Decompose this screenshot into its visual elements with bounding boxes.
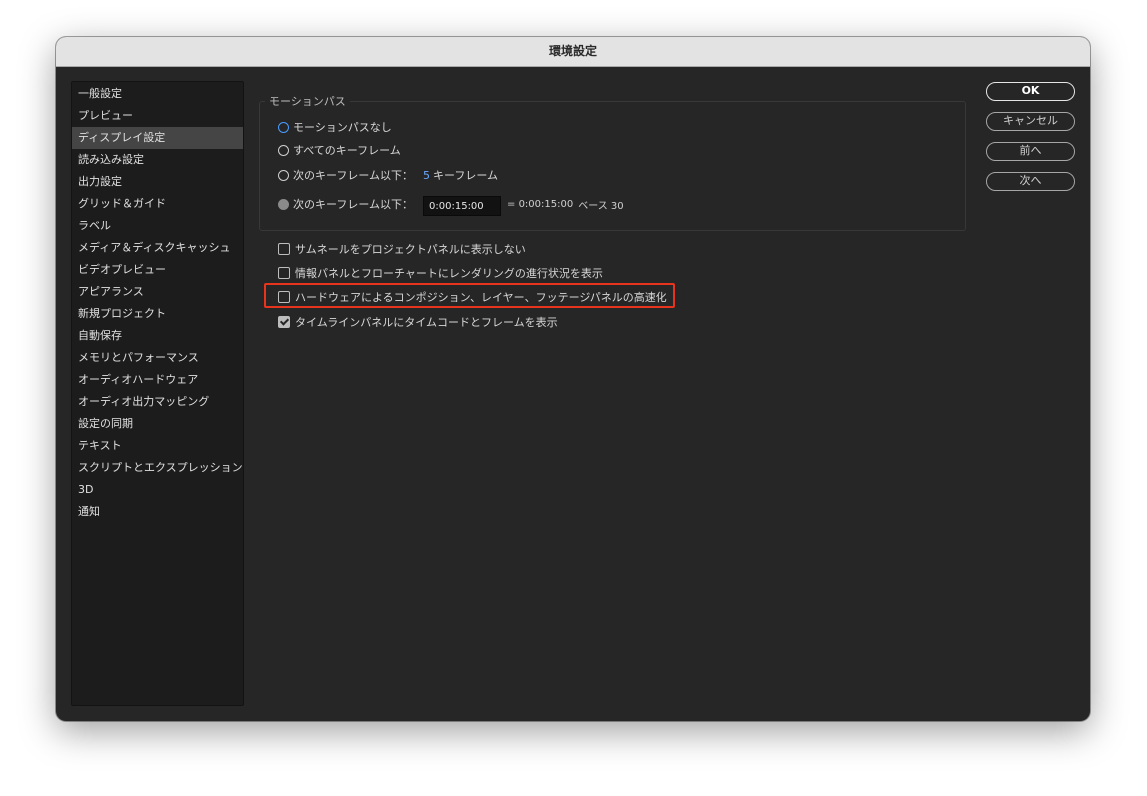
checkbox-label: 情報パネルとフローチャートにレンダリングの進行状況を表示: [295, 267, 603, 280]
next-button[interactable]: 次へ: [986, 172, 1075, 191]
cancel-button[interactable]: キャンセル: [986, 112, 1075, 131]
sidebar-item-import[interactable]: 読み込み設定: [72, 149, 243, 171]
sidebar-item-label: テキスト: [78, 439, 122, 452]
sidebar-item-label: プレビュー: [78, 109, 133, 122]
sidebar-item-previews[interactable]: プレビュー: [72, 105, 243, 127]
radio-icon[interactable]: [278, 144, 289, 156]
sidebar: 一般設定 プレビュー ディスプレイ設定 読み込み設定 出力設定 グリッド＆ガイド…: [71, 81, 244, 706]
highlight-annotation-box: [264, 283, 675, 308]
sidebar-item-label: 通知: [78, 505, 100, 518]
sidebar-item-memory-performance[interactable]: メモリとパフォーマンス: [72, 347, 243, 369]
sidebar-item-audio-hardware[interactable]: オーディオハードウェア: [72, 369, 243, 391]
sidebar-item-label: 自動保存: [78, 329, 122, 342]
checkbox-rendering-progress[interactable]: 情報パネルとフローチャートにレンダリングの進行状況を表示: [278, 265, 603, 281]
sidebar-item-label: 新規プロジェクト: [78, 307, 166, 320]
sidebar-item-new-project[interactable]: 新規プロジェクト: [72, 303, 243, 325]
radio-icon[interactable]: [278, 169, 289, 181]
sidebar-item-auto-save[interactable]: 自動保存: [72, 325, 243, 347]
sidebar-item-label: スクリプトとエクスプレッション: [78, 461, 243, 474]
sidebar-item-label: 3D: [78, 483, 94, 496]
sidebar-item-display[interactable]: ディスプレイ設定: [72, 127, 243, 149]
radio-all-keyframes[interactable]: すべてのキーフレーム: [278, 142, 401, 158]
sidebar-item-appearance[interactable]: アピアランス: [72, 281, 243, 303]
window-title: 環境設定: [56, 37, 1090, 67]
motion-path-legend: モーションパス: [265, 93, 350, 109]
sidebar-item-label: 出力設定: [78, 175, 122, 188]
preferences-window: 環境設定 一般設定 プレビュー ディスプレイ設定 読み込み設定 出力設定 グリッ…: [56, 37, 1090, 721]
sidebar-item-label: 読み込み設定: [78, 153, 144, 166]
sidebar-item-grids-guides[interactable]: グリッド＆ガイド: [72, 193, 243, 215]
radio-keyframe-limit[interactable]: 次のキーフレーム以下： 5 キーフレーム: [278, 167, 498, 183]
checkbox-icon[interactable]: [278, 267, 290, 279]
sidebar-item-label: オーディオ出力マッピング: [78, 395, 210, 408]
sidebar-item-type[interactable]: テキスト: [72, 435, 243, 457]
sidebar-item-notifications[interactable]: 通知: [72, 501, 243, 523]
checkbox-label: サムネールをプロジェクトパネルに表示しない: [295, 243, 526, 256]
sidebar-item-label: 設定の同期: [78, 417, 133, 430]
radio-label: モーションパスなし: [293, 121, 392, 134]
time-equivalent-label: = 0:00:15:00: [507, 198, 574, 210]
radio-label: すべてのキーフレーム: [293, 144, 401, 157]
checkbox-timecode-frames[interactable]: タイムラインパネルにタイムコードとフレームを表示: [278, 314, 558, 330]
sidebar-item-audio-output-mapping[interactable]: オーディオ出力マッピング: [72, 391, 243, 413]
sidebar-item-label: オーディオハードウェア: [78, 373, 199, 386]
checkbox-icon[interactable]: [278, 243, 290, 255]
time-input[interactable]: 0:00:15:00: [423, 196, 502, 216]
sidebar-item-label: ラベル: [78, 219, 111, 232]
radio-time-limit[interactable]: 次のキーフレーム以下： 0:00:15:00 = 0:00:15:00 ベース …: [278, 192, 624, 216]
sidebar-item-scripting-expressions[interactable]: スクリプトとエクスプレッション: [72, 457, 243, 479]
sidebar-item-label: 一般設定: [78, 87, 122, 100]
keyframe-unit-label: キーフレーム: [433, 169, 499, 182]
sidebar-item-video-preview[interactable]: ビデオプレビュー: [72, 259, 243, 281]
radio-selected-icon[interactable]: [278, 121, 289, 133]
checkbox-checked-icon[interactable]: [278, 316, 290, 328]
sidebar-item-media-disk-cache[interactable]: メディア＆ディスクキャッシュ: [72, 237, 243, 259]
sidebar-item-label: メモリとパフォーマンス: [78, 351, 199, 364]
sidebar-item-general[interactable]: 一般設定: [72, 83, 243, 105]
time-base-label: ベース 30: [578, 200, 624, 212]
sidebar-item-labels[interactable]: ラベル: [72, 215, 243, 237]
sidebar-item-3d[interactable]: 3D: [72, 479, 243, 501]
sidebar-item-label: ビデオプレビュー: [78, 263, 166, 276]
checkbox-hide-thumbnails[interactable]: サムネールをプロジェクトパネルに表示しない: [278, 241, 526, 257]
checkbox-label: タイムラインパネルにタイムコードとフレームを表示: [295, 316, 558, 329]
sidebar-item-output[interactable]: 出力設定: [72, 171, 243, 193]
radio-label: 次のキーフレーム以下：: [293, 198, 414, 211]
sidebar-item-label: アピアランス: [78, 285, 144, 298]
sidebar-item-label: ディスプレイ設定: [78, 131, 166, 144]
sidebar-item-label: グリッド＆ガイド: [78, 197, 166, 210]
radio-motion-path-none[interactable]: モーションパスなし: [278, 119, 392, 135]
ok-button[interactable]: OK: [986, 82, 1075, 101]
sidebar-item-sync-settings[interactable]: 設定の同期: [72, 413, 243, 435]
keyframe-count-value[interactable]: 5: [423, 169, 430, 182]
previous-button[interactable]: 前へ: [986, 142, 1075, 161]
radio-disabled-icon[interactable]: [278, 198, 289, 210]
sidebar-item-label: メディア＆ディスクキャッシュ: [78, 241, 231, 254]
radio-label: 次のキーフレーム以下：: [293, 169, 414, 182]
